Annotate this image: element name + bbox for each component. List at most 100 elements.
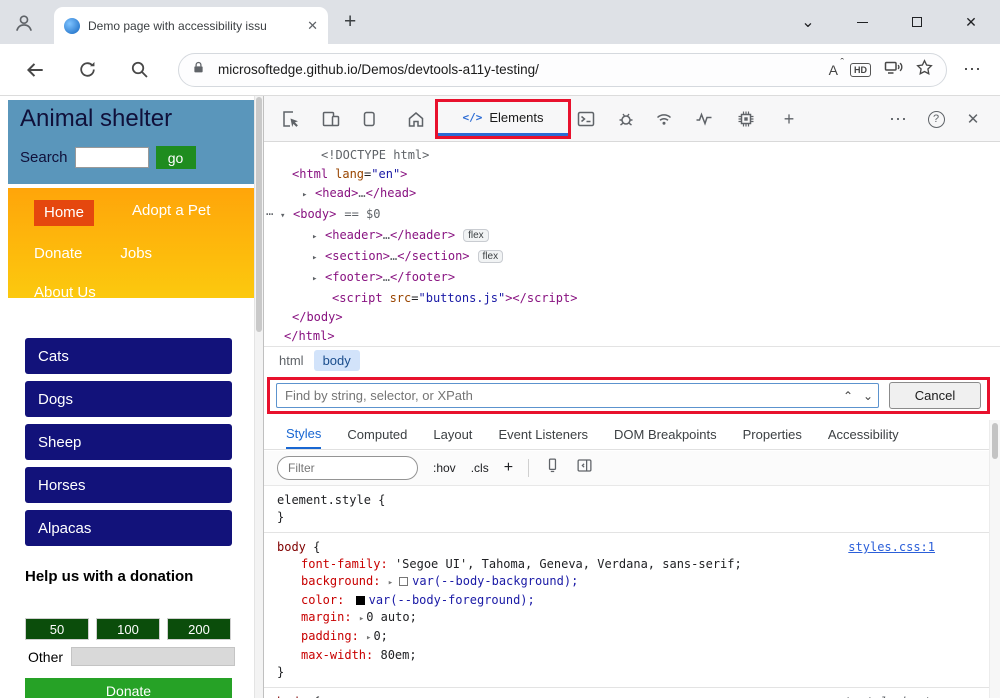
device-emulation-icon[interactable] xyxy=(321,109,341,129)
styles-scrollbar-thumb[interactable] xyxy=(992,423,998,459)
tab-search-chevron-icon[interactable]: ⌄ xyxy=(796,12,820,32)
lock-icon[interactable] xyxy=(191,60,206,80)
refresh-icon[interactable] xyxy=(74,57,100,83)
dom-line-doctype[interactable]: <!DOCTYPE html> xyxy=(264,146,1000,165)
devtools-help-icon[interactable]: ? xyxy=(926,109,946,129)
element-style-rule[interactable]: element.style { xyxy=(264,492,989,509)
back-icon[interactable] xyxy=(22,57,48,83)
issues-bug-icon[interactable] xyxy=(616,109,636,129)
browser-tab[interactable]: Demo page with accessibility issu ✕ xyxy=(54,7,328,44)
find-previous-icon[interactable]: ⌃ xyxy=(838,389,858,403)
search-icon[interactable] xyxy=(126,57,152,83)
nav-link-home[interactable]: Home xyxy=(34,200,94,226)
tab-elements[interactable]: </> Elements xyxy=(438,102,568,136)
dom-line-script[interactable]: <scriptsrc="buttons.js"></script> xyxy=(264,289,1000,308)
css-property-margin[interactable]: margin: ▸0 auto; xyxy=(264,609,989,628)
amount-button-100[interactable]: 100 xyxy=(96,618,160,640)
address-bar[interactable]: microsoftedge.github.io/Demos/devtools-a… xyxy=(178,53,947,87)
css-property-padding[interactable]: padding: ▸0; xyxy=(264,628,989,647)
find-input[interactable] xyxy=(277,388,838,403)
tab-layout[interactable]: Layout xyxy=(433,420,472,449)
nav-link-donate[interactable]: Donate xyxy=(34,243,82,265)
node-options-icon[interactable]: ⋯ xyxy=(266,205,280,224)
expand-shorthand-icon[interactable]: ▸ xyxy=(359,614,364,624)
dom-line-body[interactable]: ⋯▾<body>== $0 xyxy=(264,205,1000,226)
category-button-cats[interactable]: Cats xyxy=(25,338,232,374)
collapse-arrow-icon[interactable]: ▾ xyxy=(280,207,293,226)
minimize-button[interactable] xyxy=(850,12,874,32)
dom-line-header[interactable]: ▸<header>…</header>flex xyxy=(264,226,1000,247)
search-input[interactable] xyxy=(75,147,149,168)
flex-badge[interactable]: flex xyxy=(478,250,504,263)
nav-link-jobs[interactable]: Jobs xyxy=(120,243,152,265)
performance-icon[interactable] xyxy=(694,109,714,129)
welcome-home-icon[interactable] xyxy=(406,109,426,129)
nav-link-adopt[interactable]: Adopt a Pet xyxy=(132,200,210,226)
toggle-hover-state[interactable]: :hov xyxy=(433,461,456,475)
add-panel-icon[interactable]: + xyxy=(779,109,799,129)
dom-line-html[interactable]: <htmllang="en"> xyxy=(264,165,1000,184)
tab-close-icon[interactable]: ✕ xyxy=(307,18,318,34)
tab-dom-breakpoints[interactable]: DOM Breakpoints xyxy=(614,420,717,449)
category-button-horses[interactable]: Horses xyxy=(25,467,232,503)
amount-button-200[interactable]: 200 xyxy=(167,618,231,640)
styles-scrollbar[interactable] xyxy=(989,420,1000,698)
toggle-class[interactable]: .cls xyxy=(471,461,489,475)
expand-shorthand-icon[interactable]: ▸ xyxy=(366,633,371,643)
expand-shorthand-icon[interactable]: ▸ xyxy=(388,578,393,588)
category-button-dogs[interactable]: Dogs xyxy=(25,381,232,417)
expand-arrow-icon[interactable]: ▸ xyxy=(312,270,325,289)
styles-filter-input[interactable] xyxy=(277,456,418,480)
dom-line-html-close[interactable]: </html> xyxy=(264,327,1000,346)
dom-line-head[interactable]: ▸<head>…</head> xyxy=(264,184,1000,205)
breadcrumb-body[interactable]: body xyxy=(314,350,360,371)
maximize-button[interactable] xyxy=(905,12,929,32)
search-go-button[interactable]: go xyxy=(156,146,196,169)
page-scrollbar[interactable] xyxy=(254,96,263,698)
category-button-sheep[interactable]: Sheep xyxy=(25,424,232,460)
tab-event-listeners[interactable]: Event Listeners xyxy=(498,420,588,449)
expand-arrow-icon[interactable]: ▸ xyxy=(312,228,325,247)
page-scrollbar-thumb[interactable] xyxy=(256,97,262,332)
send-to-devices-icon[interactable] xyxy=(883,57,903,82)
css-property-font-family[interactable]: font-family: 'Segoe UI', Tahoma, Geneva,… xyxy=(264,556,989,573)
tab-computed[interactable]: Computed xyxy=(347,420,407,449)
css-property-max-width[interactable]: max-width: 80em; xyxy=(264,647,989,664)
find-cancel-button[interactable]: Cancel xyxy=(889,382,981,409)
favorites-star-icon[interactable] xyxy=(915,58,934,82)
new-style-rule-icon[interactable]: + xyxy=(504,459,513,477)
css-property-color[interactable]: color: var(--body-foreground); xyxy=(264,592,989,609)
dom-line-body-close[interactable]: </body> xyxy=(264,308,1000,327)
breadcrumb-html[interactable]: html xyxy=(279,353,304,368)
console-icon[interactable] xyxy=(576,109,596,129)
color-swatch-white[interactable] xyxy=(399,577,408,586)
tab-properties[interactable]: Properties xyxy=(743,420,802,449)
expand-arrow-icon[interactable]: ▸ xyxy=(302,186,315,205)
amount-button-50[interactable]: 50 xyxy=(25,618,89,640)
read-aloud-icon[interactable]: A xyxy=(829,62,838,78)
hd-badge[interactable]: HD xyxy=(850,63,871,77)
devtools-close-icon[interactable]: ✕ xyxy=(963,109,983,129)
devtools-more-icon[interactable]: ⋯ xyxy=(888,109,908,129)
inspect-element-icon[interactable] xyxy=(281,109,301,129)
expand-arrow-icon[interactable]: ▸ xyxy=(312,249,325,268)
find-next-icon[interactable]: ⌄ xyxy=(858,389,878,403)
css-property-background[interactable]: background: ▸var(--body-background); xyxy=(264,573,989,592)
tab-accessibility[interactable]: Accessibility xyxy=(828,420,899,449)
settings-menu-icon[interactable]: ⋯ xyxy=(963,59,982,80)
color-swatch-black[interactable] xyxy=(356,596,365,605)
body-rule-header[interactable]: body { styles.css:1 xyxy=(264,539,989,556)
dom-line-footer[interactable]: ▸<footer>…</footer> xyxy=(264,268,1000,289)
stylesheet-link[interactable]: styles.css:1 xyxy=(848,539,935,556)
donate-button[interactable]: Donate xyxy=(25,678,232,698)
nav-link-about[interactable]: About Us xyxy=(34,282,96,304)
focus-mode-icon[interactable] xyxy=(359,109,379,129)
dom-line-section[interactable]: ▸<section>…</section>flex xyxy=(264,247,1000,268)
computed-sidebar-toggle-icon[interactable] xyxy=(576,457,593,479)
tab-styles[interactable]: Styles xyxy=(286,420,321,449)
network-wifi-icon[interactable] xyxy=(654,109,674,129)
category-button-alpacas[interactable]: Alpacas xyxy=(25,510,232,546)
memory-chip-icon[interactable] xyxy=(736,109,756,129)
new-tab-button[interactable]: + xyxy=(344,10,356,34)
other-amount-input[interactable] xyxy=(71,647,235,666)
